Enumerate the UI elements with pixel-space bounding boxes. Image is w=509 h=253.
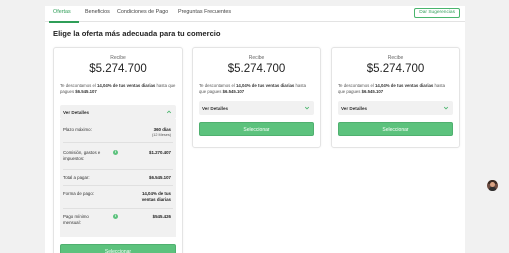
offer-description: Te descontamos el 14,04% de tus ventas d… — [60, 83, 176, 94]
tab-condiciones-de-pago[interactable]: Condiciones de Pago — [117, 9, 168, 15]
select-offer-button[interactable]: Seleccionar — [60, 244, 176, 253]
detail-value: $545.426 — [152, 214, 171, 219]
tab-preguntas-frecuentes[interactable]: Preguntas Frecuentes — [178, 9, 231, 15]
divider — [63, 169, 173, 170]
info-icon[interactable]: i — [113, 214, 118, 219]
tab-bar: Ofertas Beneficios Condiciones de Pago P… — [45, 6, 465, 23]
detail-key: Comisión, gastos e impuestos: — [63, 150, 101, 161]
offer-amount: $5.274.700 — [227, 63, 286, 75]
divider — [63, 185, 173, 186]
chevron-down-icon — [443, 106, 449, 110]
offer-recibe-label: Recibe — [110, 55, 126, 61]
chevron-down-icon — [304, 106, 310, 110]
active-tab-indicator — [49, 21, 79, 23]
offer-amount: $5.274.700 — [89, 63, 147, 75]
offer-amount: $5.274.700 — [366, 63, 425, 75]
detail-value: 360 días (12 Meses) — [152, 127, 171, 137]
details-toggle-label: Ver Detalles — [202, 105, 229, 111]
detail-key: Pago mínimo mensual: — [63, 214, 89, 225]
details-toggle[interactable]: Ver Detalles — [199, 101, 314, 115]
select-offer-button[interactable]: Seleccionar — [199, 122, 314, 136]
details-toggle[interactable]: Ver Detalles — [60, 105, 176, 119]
offer-recibe-label: Recibe — [248, 55, 265, 61]
suggestions-button[interactable]: Dar Sugerencias — [414, 8, 460, 18]
page-title: Elige la oferta más adecuada para tu com… — [53, 29, 221, 38]
offers-page: Ofertas Beneficios Condiciones de Pago P… — [45, 6, 465, 253]
detail-key: Total a pagar: — [63, 175, 90, 180]
divider — [63, 208, 173, 209]
detail-key: Plazo máximo: — [63, 127, 92, 132]
offer-card-2: Recibe $5.274.700 Te descontamos el 14,0… — [192, 47, 321, 148]
chevron-up-icon — [166, 110, 172, 114]
detail-value: $6.545.107 — [149, 175, 171, 180]
offer-card-3: Recibe $5.274.700 Te descontamos el 14,0… — [331, 47, 460, 148]
tab-beneficios[interactable]: Beneficios — [85, 9, 110, 15]
detail-key: Forma de pago: — [63, 191, 94, 196]
offer-description: Te descontamos el 14,04% de tus ventas d… — [338, 83, 446, 94]
tab-ofertas[interactable]: Ofertas — [53, 9, 71, 15]
details-panel: Plazo máximo: 360 días (12 Meses) Comisió… — [60, 119, 176, 237]
select-offer-button[interactable]: Seleccionar — [338, 122, 453, 136]
details-toggle-label: Ver Detalles — [63, 109, 90, 115]
details-toggle-label: Ver Detalles — [341, 105, 368, 111]
detail-value: 14,04% de tus ventas diarias — [141, 191, 171, 202]
offer-recibe-label: Recibe — [387, 55, 404, 61]
info-icon[interactable]: i — [113, 150, 118, 155]
offer-card-1: Recibe $5.274.700 Te descontamos el 14,0… — [53, 47, 183, 253]
user-avatar[interactable] — [487, 180, 498, 191]
detail-value: $1.270.407 — [149, 150, 171, 155]
divider — [63, 142, 173, 143]
offer-description: Te descontamos el 14,04% de tus ventas d… — [199, 83, 307, 94]
details-toggle[interactable]: Ver Detalles — [338, 101, 453, 115]
